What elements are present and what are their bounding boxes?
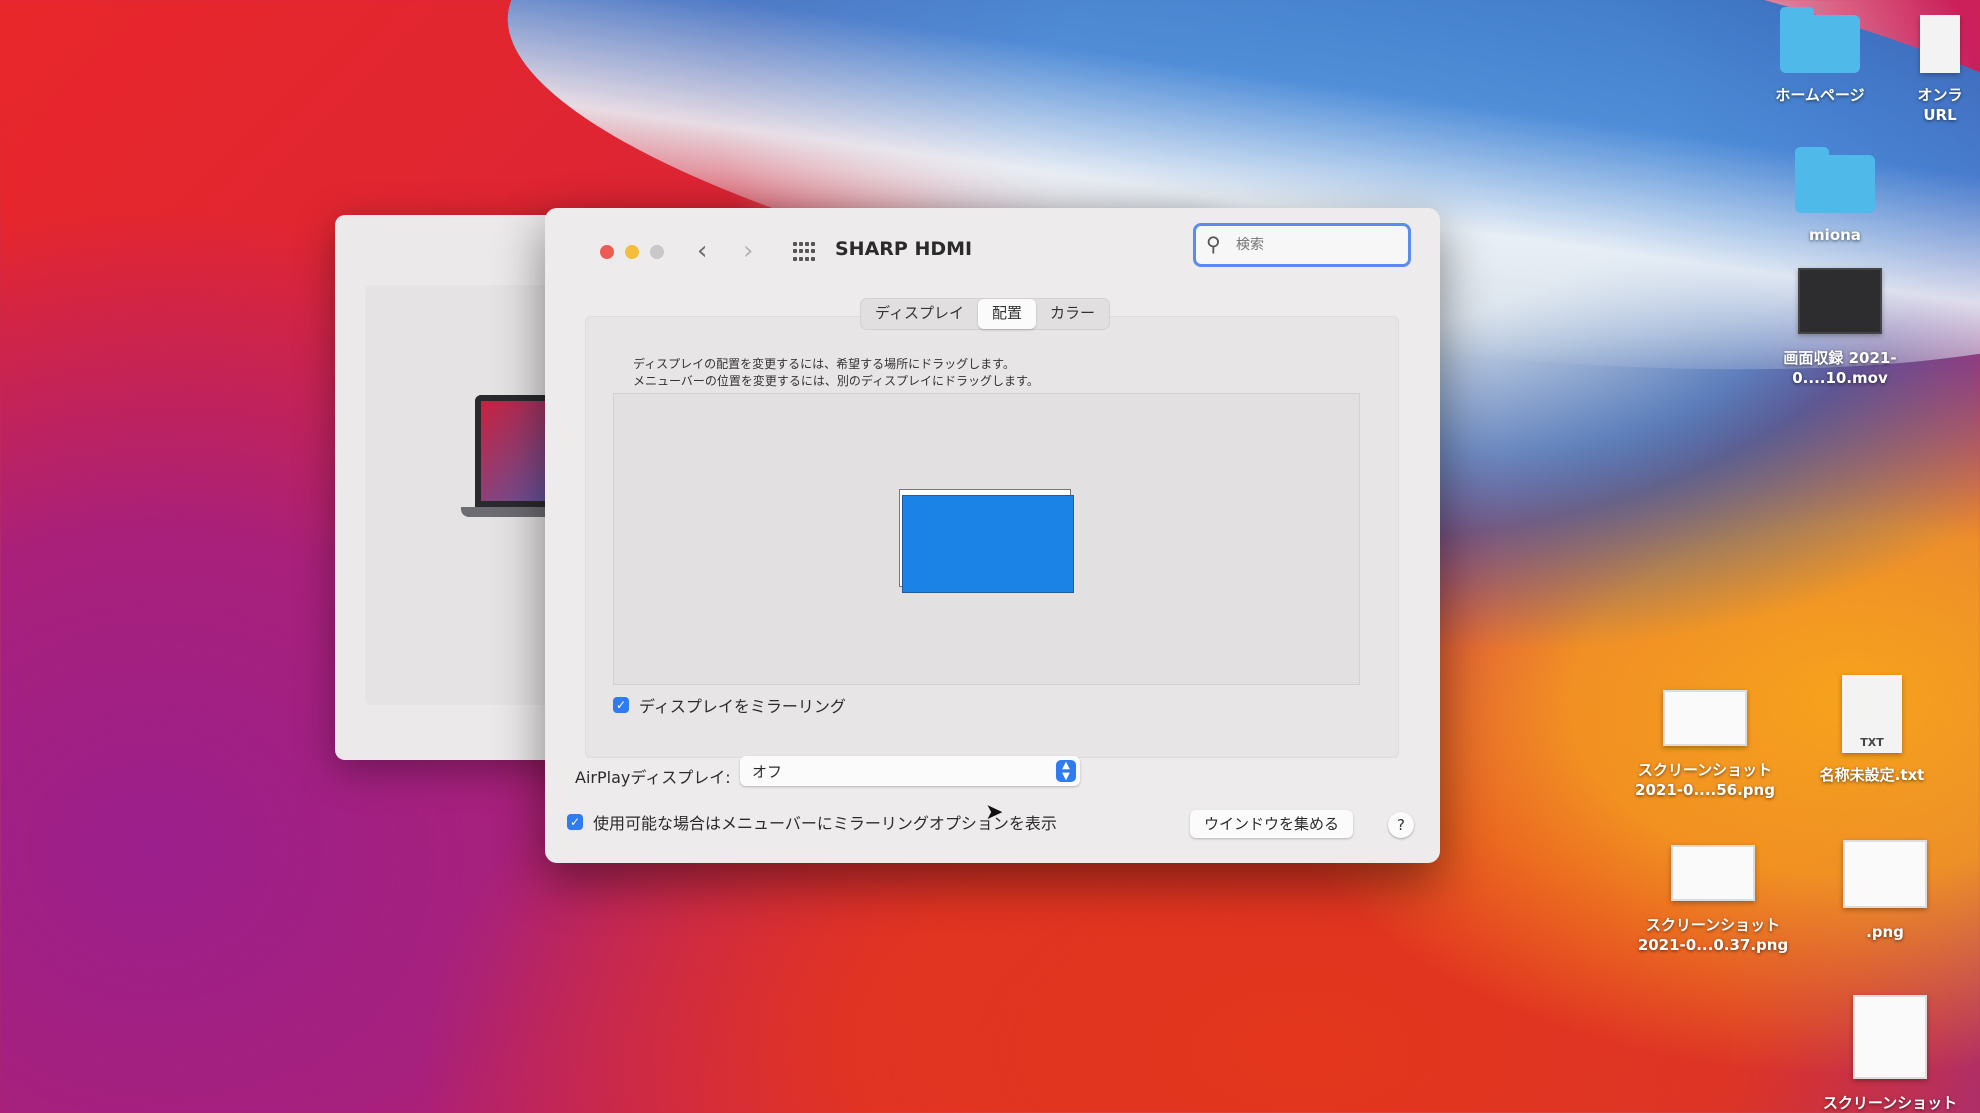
desktop-item-label: .png <box>1866 923 1904 941</box>
desktop-item-png[interactable]: .png <box>1800 840 1970 942</box>
back-chevron-icon[interactable]: ‹ <box>697 236 707 266</box>
image-thumbnail <box>1853 995 1927 1079</box>
search-icon: ⚲ <box>1206 232 1221 256</box>
menubar-mirroring-checkbox[interactable]: ✓ <box>567 814 583 830</box>
title-bar: ‹ › SHARP HDMI ⚲ <box>545 208 1440 278</box>
desktop-item-label: スクリーンショット 2021-0....56.png <box>1635 761 1775 799</box>
close-button[interactable] <box>600 245 614 259</box>
image-thumbnail <box>1671 845 1755 901</box>
video-thumbnail <box>1798 268 1882 334</box>
tab-display[interactable]: ディスプレイ <box>861 299 978 329</box>
desktop-item-miona-folder[interactable]: miona <box>1750 147 1920 245</box>
gather-windows-button[interactable]: ウインドウを集める <box>1190 810 1354 838</box>
zoom-button[interactable] <box>650 245 664 259</box>
display-arrangement-area <box>613 393 1360 685</box>
minimize-button[interactable] <box>625 245 639 259</box>
instruction-line: メニューバーの位置を変更するには、別のディスプレイにドラッグします。 <box>633 374 1039 388</box>
desktop-item-screenshot-56[interactable]: スクリーンショット 2021-0....56.png <box>1620 690 1790 800</box>
tab-bar: ディスプレイ 配置 カラー <box>860 298 1110 330</box>
mirror-displays-label: ディスプレイをミラーリング <box>639 697 846 716</box>
txt-badge: TXT <box>1860 736 1884 749</box>
desktop-item-homepage-folder[interactable]: ホームページ <box>1735 7 1905 105</box>
mouse-cursor-icon: ➤ <box>985 800 1004 825</box>
select-arrows-icon: ▲ ▼ <box>1056 760 1076 782</box>
airplay-display-select[interactable]: オフ ▲ ▼ <box>740 756 1080 786</box>
forward-chevron-icon[interactable]: › <box>743 236 753 266</box>
arrangement-instructions: ディスプレイの配置を変更するには、希望する場所にドラッグします。 メニューバーの… <box>633 356 1039 390</box>
help-button[interactable]: ? <box>1388 812 1414 838</box>
desktop-item-label: スクリーンショット <box>1822 1094 1958 1112</box>
desktop-item-label: 名称未設定.txt <box>1819 766 1925 784</box>
desktop-item-label: スクリーンショット 2021-0...0.37.png <box>1637 916 1789 954</box>
desktop-item-untitled-txt[interactable]: TXT 名称未設定.txt <box>1787 675 1957 785</box>
text-file-icon: TXT <box>1842 675 1902 753</box>
desktop-item-label: miona <box>1809 226 1861 244</box>
search-field[interactable]: ⚲ <box>1193 223 1411 267</box>
airplay-display-value: オフ <box>752 763 783 781</box>
desktop-item-screen-recording[interactable]: 画面収録 2021-0....10.mov <box>1755 268 1925 388</box>
desktop-item-label: ホームページ <box>1775 86 1865 104</box>
desktop-item-screenshot[interactable]: スクリーンショット <box>1805 995 1975 1113</box>
mirror-displays-checkbox[interactable]: ✓ <box>613 697 629 713</box>
desktop-item-label: 画面収録 2021-0....10.mov <box>1783 349 1897 387</box>
folder-icon <box>1780 7 1860 73</box>
desktop-item-label: オンラ URL <box>1917 86 1963 124</box>
folder-icon <box>1795 147 1875 213</box>
image-thumbnail <box>1843 840 1927 908</box>
image-thumbnail <box>1663 690 1747 746</box>
display-thumbnail[interactable] <box>902 495 1074 593</box>
tab-arrangement[interactable]: 配置 <box>977 299 1036 329</box>
desktop-item-online-url[interactable]: オンラ URL <box>1900 15 1980 125</box>
desktop-item-screenshot-037[interactable]: スクリーンショット 2021-0...0.37.png <box>1628 845 1798 955</box>
tab-color[interactable]: カラー <box>1036 299 1109 329</box>
show-all-grid-icon[interactable] <box>793 242 815 262</box>
display-preferences-window: ‹ › SHARP HDMI ⚲ ディスプレイ 配置 カラー ディスプレイの配置… <box>545 208 1440 863</box>
search-input[interactable] <box>1234 232 1398 258</box>
document-icon <box>1920 15 1960 73</box>
menubar-mirroring-option[interactable]: ✓ 使用可能な場合はメニューバーにミラーリングオプションを表示 <box>567 810 1057 834</box>
window-title: SHARP HDMI <box>835 238 973 260</box>
instruction-line: ディスプレイの配置を変更するには、希望する場所にドラッグします。 <box>633 357 1015 371</box>
airplay-display-label: AirPlayディスプレイ: <box>575 768 731 787</box>
mirror-displays-option[interactable]: ✓ ディスプレイをミラーリング <box>613 693 846 717</box>
